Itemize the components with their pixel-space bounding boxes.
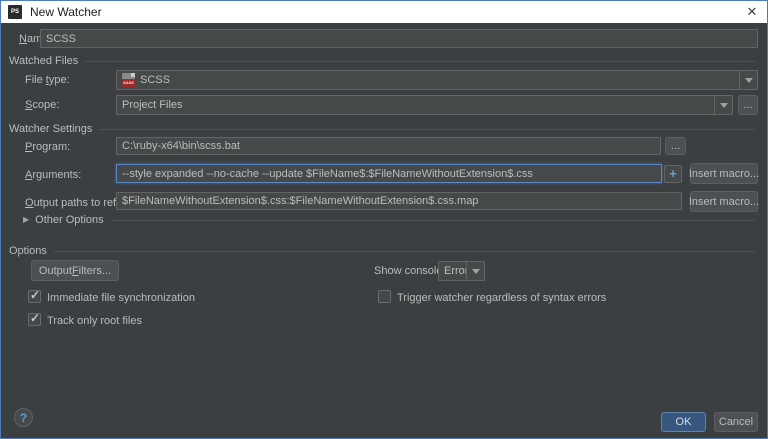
cancel-button[interactable]: Cancel (714, 412, 758, 432)
track-root-files-checkbox[interactable]: ✓ (28, 311, 41, 326)
dropdown-arrow-icon (719, 102, 728, 108)
section-divider (111, 219, 755, 221)
scope-label: Scope: (25, 99, 60, 111)
watcher-settings-section-header: Watcher Settings (9, 122, 755, 135)
name-input[interactable] (40, 29, 758, 48)
output-filters-button[interactable]: Output Filters... (31, 260, 119, 281)
check-icon: ✓ (30, 311, 41, 325)
help-button[interactable]: ? (14, 408, 33, 427)
arguments-insert-macro-button[interactable]: Insert macro... (689, 163, 759, 184)
titlebar: PS New Watcher ✕ (1, 1, 767, 23)
program-input[interactable] (116, 137, 661, 155)
dropdown-arrow-icon (744, 77, 753, 83)
trigger-regardless-label[interactable]: Trigger watcher regardless of syntax err… (397, 291, 606, 305)
close-icon[interactable]: ✕ (737, 1, 767, 23)
other-options-label: Other Options (35, 213, 104, 226)
file-type-dropdown-button[interactable] (739, 71, 757, 89)
section-divider (53, 250, 755, 252)
file-type-value: SCSS (140, 74, 170, 86)
expand-arguments-button[interactable]: + (664, 165, 682, 183)
new-watcher-dialog: PS New Watcher ✕ Name: Watched Files Fil… (0, 0, 768, 439)
section-divider (99, 128, 755, 130)
section-divider (85, 60, 755, 62)
output-paths-input[interactable] (116, 192, 682, 210)
program-label: Program: (25, 141, 71, 153)
file-type-combobox[interactable]: SASS SCSS (116, 70, 758, 90)
watched-files-section-title: Watched Files (9, 54, 79, 67)
plus-icon: + (669, 166, 677, 181)
program-browse-button[interactable]: ... (665, 137, 686, 155)
options-section-title: Options (9, 244, 47, 257)
scope-browse-button[interactable]: ... (738, 95, 758, 115)
show-console-value: Error (444, 265, 466, 277)
scope-dropdown-button[interactable] (714, 96, 732, 114)
immediate-sync-checkbox[interactable]: ✓ (28, 288, 41, 303)
phpstorm-app-icon: PS (8, 5, 22, 19)
ok-button[interactable]: OK (661, 412, 706, 432)
trigger-regardless-checkbox[interactable]: ✓ (378, 290, 391, 303)
show-console-dropdown-button[interactable] (466, 262, 484, 280)
track-root-files-label[interactable]: Track only root files (47, 314, 142, 328)
show-console-label: Show console: (374, 265, 446, 277)
dropdown-arrow-icon (471, 268, 480, 274)
scope-value: Project Files (122, 99, 183, 111)
scss-file-type-icon: SASS (122, 73, 135, 87)
watched-files-section-header: Watched Files (9, 54, 755, 67)
check-icon: ✓ (30, 288, 41, 302)
help-icon: ? (19, 410, 28, 425)
immediate-sync-label[interactable]: Immediate file synchronization (47, 291, 195, 305)
other-options-toggle[interactable]: ▶ Other Options (23, 213, 755, 226)
arguments-input[interactable] (116, 164, 662, 183)
scope-combobox[interactable]: Project Files (116, 95, 733, 115)
file-type-label: File type: (25, 74, 70, 86)
options-section-header: Options (9, 244, 755, 257)
arguments-label: Arguments: (25, 169, 82, 181)
output-paths-insert-macro-button[interactable]: Insert macro... (689, 191, 759, 212)
dialog-title: New Watcher (30, 5, 102, 19)
show-console-combobox[interactable]: Error (438, 261, 485, 281)
watcher-settings-section-title: Watcher Settings (9, 122, 93, 135)
collapsed-arrow-icon: ▶ (23, 215, 30, 224)
